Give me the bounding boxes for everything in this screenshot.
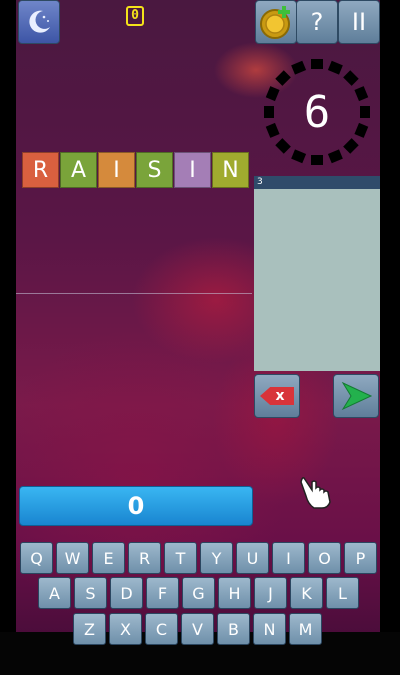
- key-i[interactable]: I: [272, 542, 305, 574]
- found-words-list: [254, 189, 380, 371]
- play-arrow-icon: [341, 381, 373, 411]
- letter-tile[interactable]: N: [212, 152, 249, 188]
- play-divider: [16, 293, 252, 294]
- key-z[interactable]: Z: [73, 613, 106, 645]
- pointing-hand-icon: [300, 477, 331, 509]
- key-m[interactable]: M: [289, 613, 322, 645]
- key-y[interactable]: Y: [200, 542, 233, 574]
- key-a[interactable]: A: [38, 577, 71, 609]
- key-o[interactable]: O: [308, 542, 341, 574]
- key-e[interactable]: E: [92, 542, 125, 574]
- submit-button[interactable]: [333, 374, 379, 418]
- coin-plus-icon: [260, 6, 290, 39]
- key-n[interactable]: N: [253, 613, 286, 645]
- key-f[interactable]: F: [146, 577, 179, 609]
- key-r[interactable]: R: [128, 542, 161, 574]
- keyboard-row-1: QWERTYUIOP: [20, 542, 380, 574]
- counter-badge: 0: [126, 6, 144, 26]
- found-words-count: 3: [254, 176, 380, 189]
- letter-tile[interactable]: S: [136, 152, 173, 188]
- countdown-timer: 6: [254, 48, 380, 176]
- theme-toggle-button[interactable]: [18, 0, 60, 44]
- delete-label: x: [275, 388, 285, 404]
- letter-tile[interactable]: A: [60, 152, 97, 188]
- keyboard-row-3: ZXCVBNM: [73, 613, 325, 645]
- delete-button[interactable]: x: [254, 374, 300, 418]
- key-l[interactable]: L: [326, 577, 359, 609]
- crescent-moon-icon: [29, 10, 50, 33]
- key-k[interactable]: K: [290, 577, 323, 609]
- key-u[interactable]: U: [236, 542, 269, 574]
- keyboard-row-2: ASDFGHJKL: [38, 577, 362, 609]
- pause-button[interactable]: II: [338, 0, 380, 44]
- letter-tile[interactable]: I: [174, 152, 211, 188]
- current-word: RAISIN: [22, 152, 250, 188]
- key-v[interactable]: V: [181, 613, 214, 645]
- letter-tile[interactable]: R: [22, 152, 59, 188]
- key-j[interactable]: J: [254, 577, 287, 609]
- key-w[interactable]: W: [56, 542, 89, 574]
- key-s[interactable]: S: [74, 577, 107, 609]
- key-x[interactable]: X: [109, 613, 142, 645]
- timer-value: 6: [303, 86, 331, 138]
- key-h[interactable]: H: [218, 577, 251, 609]
- key-g[interactable]: G: [182, 577, 215, 609]
- key-p[interactable]: P: [344, 542, 377, 574]
- delete-backspace-icon: x: [260, 387, 294, 405]
- key-t[interactable]: T: [164, 542, 197, 574]
- score-display: 0: [19, 486, 253, 526]
- key-q[interactable]: Q: [20, 542, 53, 574]
- key-c[interactable]: C: [145, 613, 178, 645]
- key-b[interactable]: B: [217, 613, 250, 645]
- key-d[interactable]: D: [110, 577, 143, 609]
- letter-tile[interactable]: I: [98, 152, 135, 188]
- help-button[interactable]: ?: [296, 0, 338, 44]
- coin-shop-button[interactable]: [255, 0, 297, 44]
